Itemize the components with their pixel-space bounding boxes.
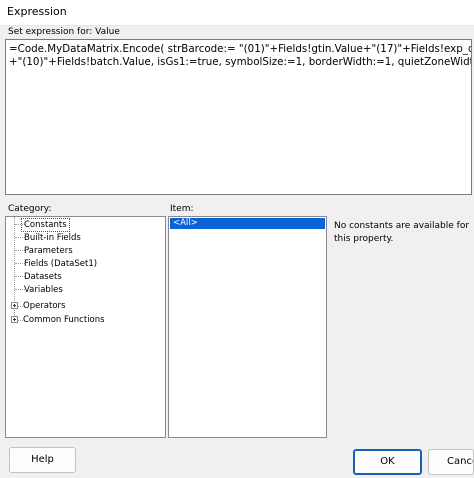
category-tree[interactable]: Constants Built-in Fields Parameters Fie… — [5, 216, 166, 438]
item-list-entry-all[interactable]: <All> — [170, 218, 325, 229]
category-item-label: Datasets — [24, 272, 62, 282]
ok-button[interactable]: OK — [353, 449, 422, 475]
expand-common-functions-icon[interactable] — [11, 316, 18, 323]
category-item-label: Fields (DataSet1) — [24, 259, 98, 269]
expression-label: Set expression for: Value — [8, 27, 120, 37]
category-item-label: Parameters — [24, 246, 73, 256]
cancel-button[interactable]: Cancel — [428, 449, 474, 475]
help-button[interactable]: Help — [9, 447, 76, 473]
expression-line-2: +"(10)"+Fields!batch.Value, isGs1:=true,… — [9, 56, 472, 68]
expand-operators-icon[interactable] — [11, 302, 18, 309]
item-description: No constants are available for this prop… — [334, 221, 470, 244]
window-title: Expression — [7, 5, 67, 18]
category-item-label: Common Functions — [23, 315, 105, 325]
item-label: Item: — [170, 204, 194, 214]
category-label: Category: — [8, 204, 52, 214]
expression-editor[interactable]: =Code.MyDataMatrix.Encode( strBarcode:= … — [5, 39, 472, 195]
title-bar: Expression — [0, 0, 474, 26]
expression-line-1: =Code.MyDataMatrix.Encode( strBarcode:= … — [9, 43, 472, 55]
category-item-label: Operators — [23, 301, 66, 311]
category-item-label: Constants — [21, 218, 70, 232]
item-list[interactable]: <All> — [168, 216, 327, 438]
category-item-label: Built-in Fields — [24, 233, 81, 243]
category-item-label: Variables — [24, 285, 63, 295]
